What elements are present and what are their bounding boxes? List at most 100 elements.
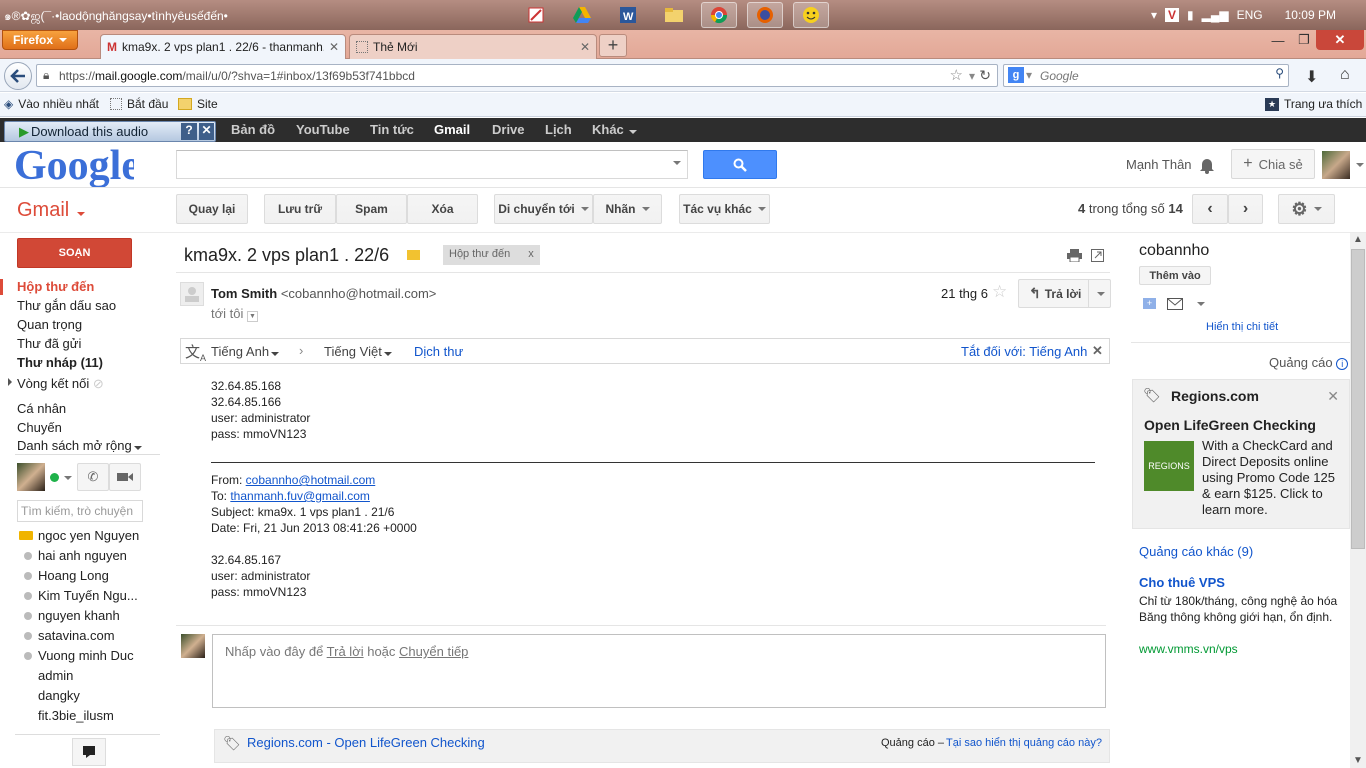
bottom-ad-link[interactable]: Regions.com - Open LifeGreen Checking <box>247 735 485 750</box>
bookmark-getting-started[interactable]: Bắt đầu <box>110 97 168 111</box>
downloads-icon[interactable]: ⬇ <box>1305 67 1318 87</box>
spam-button[interactable]: Spam <box>336 194 407 224</box>
bookmark-star-icon[interactable]: ☆ <box>950 66 963 84</box>
more-ads-link[interactable]: Quảng cáo khác (9) <box>1139 544 1253 559</box>
sidebar-ad[interactable]: 🏷︎ Regions.com ✕ Open LifeGreen Checking… <box>1132 379 1350 529</box>
move-to-button[interactable]: Di chuyển tới <box>494 194 593 224</box>
reply-button[interactable]: ↰ Trả lời <box>1018 279 1111 308</box>
close-tab-icon[interactable]: ✕ <box>580 40 590 54</box>
inbox-label-chip[interactable]: Hộp thư đến x <box>443 245 540 265</box>
history-dropdown-icon[interactable]: ▾ <box>969 69 975 83</box>
chat-contact[interactable]: admin <box>38 668 73 683</box>
close-window-button[interactable]: ✕ <box>1316 30 1364 50</box>
compose-button[interactable]: SOẠN <box>17 238 132 268</box>
back-button[interactable] <box>4 62 32 90</box>
reply-link[interactable]: Trả lời <box>327 644 364 659</box>
firefox-menu-button[interactable]: Firefox <box>2 30 78 50</box>
chat-contact[interactable]: dangky <box>38 688 80 703</box>
reply-more-button[interactable] <box>1088 280 1110 307</box>
turn-off-translate-link[interactable]: Tắt đối với: Tiếng Anh <box>961 344 1087 359</box>
gbar-youtube[interactable]: YouTube <box>296 122 350 137</box>
language-indicator[interactable]: ENG <box>1237 8 1263 22</box>
close-ad-icon[interactable]: ✕ <box>1327 388 1339 405</box>
bookmarks-menu[interactable]: ★ Trang ưa thích <box>1265 97 1362 111</box>
tab-gmail[interactable]: M kma9x. 2 vps plan1 . 22/6 - thanmanh..… <box>100 34 346 59</box>
online-status-icon[interactable] <box>50 473 59 482</box>
chat-contact[interactable]: ngoc yen Nguyen <box>38 528 139 543</box>
power-icon[interactable]: ▮ <box>1187 8 1194 22</box>
google-logo[interactable]: Google <box>14 143 134 187</box>
labels-button[interactable]: Nhãn <box>593 194 662 224</box>
url-bar[interactable]: 🔒︎ https://mail.google.com/mail/u/0/?shv… <box>36 64 998 87</box>
bookmark-site[interactable]: Site <box>178 97 218 111</box>
scrollbar-thumb[interactable] <box>1351 249 1365 549</box>
download-audio-bar[interactable]: ▶ Download this audio ? ✕ <box>4 121 216 142</box>
my-chat-avatar[interactable] <box>17 463 45 491</box>
gbar-maps[interactable]: Bản đồ <box>231 122 275 137</box>
phone-call-button[interactable]: ✆ <box>77 463 109 491</box>
snipping-tool-icon[interactable] <box>518 2 554 28</box>
settings-button[interactable]: ⚙ <box>1278 194 1335 224</box>
home-icon[interactable]: ⌂ <box>1340 66 1350 84</box>
target-language-select[interactable]: Tiếng Việt <box>324 344 392 359</box>
ad-domain[interactable]: Regions.com <box>1171 388 1259 404</box>
chat-contact[interactable]: fit.3bie_ilusm <box>38 708 114 723</box>
chat-contact[interactable]: Kim Tuyến Ngu... <box>38 588 138 603</box>
gmail-app-switcher[interactable]: Gmail <box>17 199 85 222</box>
older-button[interactable]: › <box>1228 194 1263 224</box>
show-details-link[interactable]: Hiển thị chi tiết <box>1206 321 1278 333</box>
print-icon[interactable] <box>1067 249 1082 262</box>
nav-travel[interactable]: Chuyến <box>17 420 62 435</box>
engine-dropdown-icon[interactable]: ▾ <box>1026 68 1032 82</box>
nav-personal[interactable]: Cá nhân <box>17 401 66 416</box>
close-icon[interactable]: ✕ <box>199 123 214 140</box>
nav-circles[interactable]: Vòng kết nối ⊘ <box>17 376 104 392</box>
nav-inbox[interactable]: Hộp thư đến <box>17 279 94 294</box>
fwd-from-link[interactable]: cobannho@hotmail.com <box>246 473 376 487</box>
notifications-bell-icon[interactable] <box>1199 156 1215 174</box>
tab-new[interactable]: Thẻ Mới ✕ <box>349 34 597 59</box>
vps-ad-url[interactable]: www.vmms.vn/vps <box>1139 642 1238 656</box>
user-name[interactable]: Mạnh Thân <box>1126 157 1192 172</box>
chevron-down-icon[interactable] <box>1356 163 1364 167</box>
gbar-calendar[interactable]: Lịch <box>545 122 572 137</box>
remove-label-icon[interactable]: x <box>528 248 534 262</box>
chat-contact[interactable]: Vuong minh Duc <box>38 648 134 663</box>
back-to-inbox-button[interactable]: Quay lại <box>176 194 248 224</box>
search-dropdown-icon[interactable] <box>673 161 681 165</box>
emoji-app-icon[interactable] <box>793 2 829 28</box>
delete-button[interactable]: Xóa <box>407 194 478 224</box>
recipient-line[interactable]: tới tôi ▼ <box>211 306 258 322</box>
account-avatar[interactable] <box>1322 151 1350 179</box>
close-tab-icon[interactable]: ✕ <box>329 40 339 54</box>
share-button[interactable]: + Chia sẻ <box>1231 149 1315 179</box>
bookmark-most-visited[interactable]: ◈ Vào nhiều nhất <box>4 97 99 111</box>
newer-button[interactable]: ‹ <box>1192 194 1228 224</box>
source-language-select[interactable]: Tiếng Anh <box>211 344 280 359</box>
new-window-icon[interactable] <box>1091 249 1104 262</box>
archive-button[interactable]: Lưu trữ <box>264 194 336 224</box>
search-icon[interactable]: ⚲ <box>1275 66 1284 80</box>
translate-message-link[interactable]: Dịch thư <box>414 344 463 359</box>
word-icon[interactable]: W <box>610 2 646 28</box>
search-button[interactable] <box>703 150 777 179</box>
important-marker-icon[interactable] <box>407 250 420 260</box>
add-to-circles-button[interactable]: Thêm vào <box>1139 266 1211 285</box>
star-icon[interactable]: ☆ <box>992 282 1007 302</box>
firefox-icon[interactable] <box>747 2 783 28</box>
chat-add-icon[interactable]: + <box>1143 298 1156 309</box>
chat-contact[interactable]: hai anh nguyen <box>38 548 127 563</box>
mail-search-input[interactable] <box>176 150 688 179</box>
forward-link[interactable]: Chuyển tiếp <box>399 644 468 659</box>
video-call-button[interactable] <box>109 463 141 491</box>
chat-contact[interactable]: Hoang Long <box>38 568 109 583</box>
scroll-down-icon[interactable]: ▼ <box>1353 755 1363 766</box>
chat-contact[interactable]: nguyen khanh <box>38 608 120 623</box>
why-this-ad-link[interactable]: Tại sao hiển thị quảng cáo này? <box>946 737 1102 749</box>
chat-contact[interactable]: satavina.com <box>38 628 115 643</box>
sender-line[interactable]: Tom Smith <cobannho@hotmail.com> <box>211 286 436 301</box>
signal-icon[interactable]: ▂▄▆ <box>1202 8 1229 22</box>
nav-more[interactable]: Danh sách mở rộng <box>17 438 142 453</box>
ad-heading[interactable]: Open LifeGreen Checking <box>1144 417 1316 433</box>
quick-reply-box[interactable]: Nhấp vào đây để Trả lời hoặc Chuyển tiếp <box>212 634 1106 708</box>
